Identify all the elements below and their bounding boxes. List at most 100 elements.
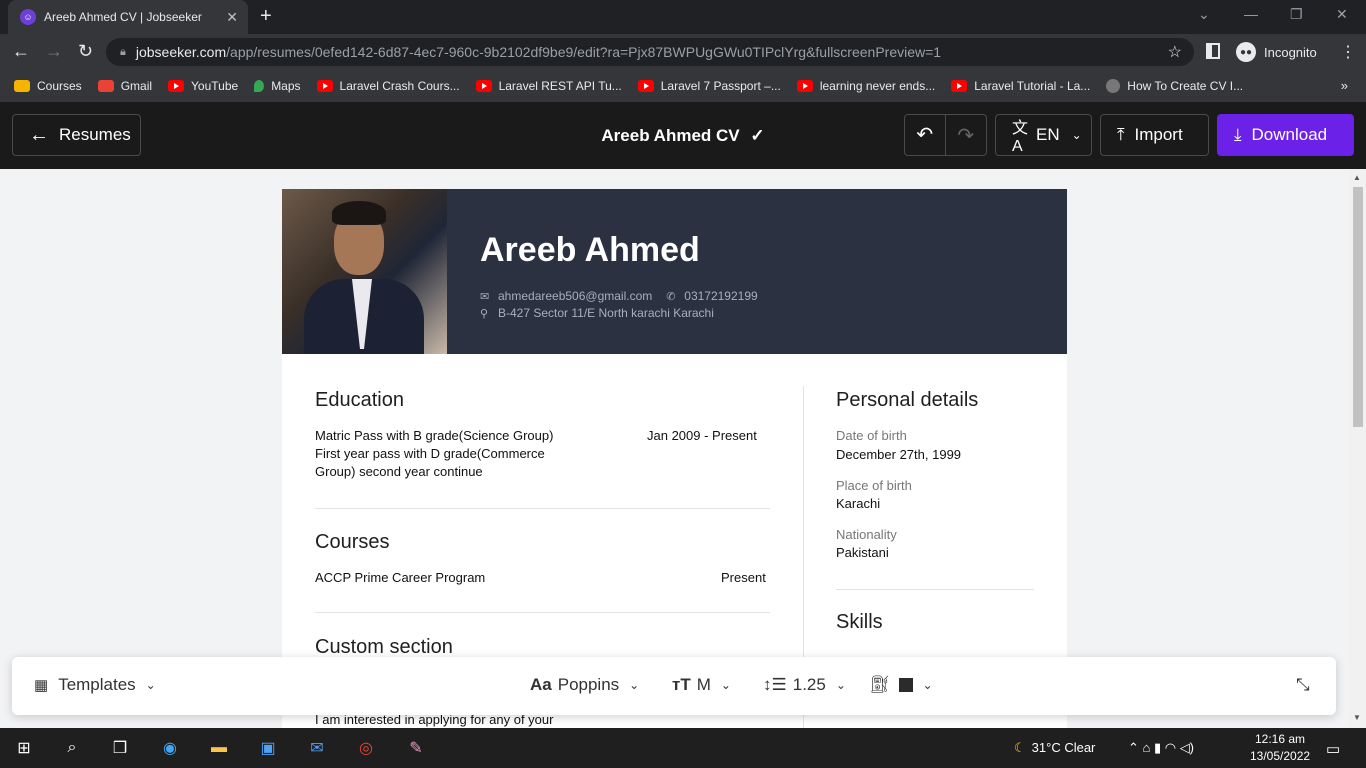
incognito-profile[interactable]: ●● Incognito: [1236, 42, 1317, 62]
youtube-icon: [168, 80, 185, 92]
profile-photo: [282, 189, 447, 354]
cv-phone: 03172192199: [684, 289, 758, 303]
bookmark-maps[interactable]: Maps: [254, 79, 301, 93]
import-button[interactable]: ⤒ Import: [1100, 114, 1209, 156]
clock[interactable]: 12:16 am 13/05/2022: [1250, 731, 1310, 765]
scroll-down-icon[interactable]: ▼: [1353, 713, 1361, 722]
windows-start-icon[interactable]: ⊞: [12, 736, 36, 760]
chevron-down-icon: ⌄: [835, 678, 846, 692]
tab-search-icon[interactable]: ⌄: [1198, 6, 1210, 23]
bookmark-laravel-rest[interactable]: Laravel REST API Tu...: [475, 79, 622, 93]
divider: [836, 589, 1034, 590]
font-label: Poppins: [557, 675, 620, 694]
back-arrow-icon[interactable]: ←: [12, 42, 30, 60]
gmail-icon: [97, 80, 114, 92]
restore-icon[interactable]: ❐: [1290, 6, 1303, 23]
format-toolbar: ▦ Templates ⌄ Aa Poppins ⌄ ᴛT M ⌄ ↕☰ 1.2…: [12, 657, 1336, 715]
line-spacing-label: 1.25: [792, 675, 826, 694]
translate-icon: 文A: [1012, 120, 1029, 155]
import-label: Import: [1134, 125, 1183, 144]
bookmark-learning[interactable]: learning never ends...: [796, 79, 935, 93]
undo-redo-group: ↶ ↷: [904, 114, 987, 156]
divider: [315, 612, 770, 613]
templates-label: Templates: [58, 675, 136, 694]
weather-widget[interactable]: ☾ 31°C Clear: [1014, 740, 1095, 756]
bookmark-laravel-crash[interactable]: Laravel Crash Cours...: [316, 79, 460, 93]
file-explorer-icon[interactable]: ▬: [207, 736, 231, 760]
notifications-icon[interactable]: ▭: [1326, 740, 1340, 758]
weather-text: 31°C Clear: [1031, 740, 1096, 755]
course-name: ACCP Prime Career Program: [315, 570, 486, 585]
edge-icon[interactable]: ◉: [158, 736, 182, 760]
dob-label: Date of birth: [836, 428, 907, 443]
line-spacing-icon: ↕☰: [763, 675, 787, 694]
incognito-icon: ●●: [1236, 42, 1256, 62]
undo-icon[interactable]: ↶: [905, 115, 946, 155]
bookmark-star-icon[interactable]: ☆: [1168, 42, 1182, 62]
url-path: /app/resumes/0efed142-6d87-4ec7-960c-9b2…: [226, 44, 942, 60]
chevron-down-icon: ⌄: [145, 678, 156, 692]
download-label: Download: [1251, 125, 1328, 144]
templates-button[interactable]: ▦ Templates ⌄: [34, 675, 156, 695]
bookmark-youtube[interactable]: YouTube: [168, 79, 238, 93]
address-line: ⚲ B-427 Sector 11/E North karachi Karach…: [480, 306, 714, 320]
color-swatch: [898, 678, 913, 692]
date: 13/05/2022: [1250, 749, 1311, 763]
language-label: EN: [1036, 125, 1060, 144]
cv-page: Areeb Ahmed ✉ ahmedareeb506@gmail.com ✆ …: [282, 189, 1067, 728]
search-icon[interactable]: ⌕: [60, 736, 84, 760]
browser-tab[interactable]: ☺ Areeb Ahmed CV | Jobseeker ✕: [8, 0, 248, 34]
bookmark-laravel-passport[interactable]: Laravel 7 Passport –...: [637, 79, 781, 93]
scroll-up-icon[interactable]: ▲: [1353, 173, 1361, 182]
cv-name: Areeb Ahmed: [480, 231, 700, 269]
menu-kebab-icon[interactable]: ⋮: [1340, 42, 1356, 62]
forward-arrow-icon[interactable]: →: [45, 42, 63, 60]
line-spacing-select[interactable]: ↕☰ 1.25 ⌄: [763, 675, 846, 695]
personal-details-heading: Personal details: [836, 389, 979, 411]
chrome-icon[interactable]: ◎: [354, 736, 378, 760]
windows-taskbar: ⊞ ⌕ ❒ ◉ ▬ ▣ ✉ ◎ ✎ ☾ 31°C Clear ⌃ ⌂ ▮ ◠ ◁)…: [0, 728, 1366, 768]
minimize-icon[interactable]: —: [1244, 6, 1258, 22]
phone-icon: ✆: [666, 290, 676, 303]
bookmark-gmail[interactable]: Gmail: [97, 79, 152, 93]
paint-icon[interactable]: ✎: [404, 736, 428, 760]
youtube-icon: [796, 80, 813, 92]
window-close-icon[interactable]: ✕: [1336, 6, 1348, 23]
address-bar[interactable]: 🔒︎ jobseeker.com/app/resumes/0efed142-6d…: [106, 38, 1194, 66]
lock-icon: 🔒︎: [120, 45, 126, 58]
education-description: Matric Pass with B grade(Science Group) …: [315, 428, 554, 479]
globe-icon: [1106, 79, 1121, 93]
cv-header: Areeb Ahmed ✉ ahmedareeb506@gmail.com ✆ …: [282, 189, 1067, 354]
mail-icon[interactable]: ✉: [305, 736, 329, 760]
new-tab-icon[interactable]: +: [260, 6, 272, 26]
font-size-select[interactable]: ᴛT M ⌄: [672, 675, 731, 695]
exit-fullscreen-icon[interactable]: ⤡: [1296, 675, 1310, 695]
bookmark-courses[interactable]: Courses: [14, 79, 82, 93]
jobseeker-favicon-icon: ☺: [20, 9, 36, 25]
store-icon[interactable]: ▣: [256, 736, 280, 760]
cv-email: ahmedareeb506@gmail.com: [498, 289, 653, 303]
paint-bucket-icon: ⛽︎: [869, 675, 891, 694]
font-family-select[interactable]: Aa Poppins ⌄: [530, 675, 639, 695]
bookmark-create-cv[interactable]: How To Create CV I...: [1106, 79, 1243, 93]
language-select[interactable]: 文A EN ⌄: [995, 114, 1092, 156]
tray-icons[interactable]: ⌃ ⌂ ▮ ◠ ◁): [1128, 740, 1194, 756]
font-icon: Aa: [530, 675, 552, 694]
education-heading: Education: [315, 389, 404, 411]
redo-icon[interactable]: ↷: [946, 123, 987, 148]
download-button[interactable]: ⤓ Download: [1217, 114, 1354, 156]
side-panel-icon[interactable]: [1206, 43, 1220, 59]
editor-header: ← Resumes Areeb Ahmed CV ✓ ↶ ↷ 文A EN ⌄ ⤒…: [0, 102, 1366, 169]
bookmark-laravel-tutorial[interactable]: Laravel Tutorial - La...: [951, 79, 1090, 93]
page-scrollbar[interactable]: ▲ ▼: [1349, 169, 1366, 728]
scroll-thumb[interactable]: [1353, 187, 1363, 427]
color-select[interactable]: ⛽︎ ⌄: [869, 675, 933, 695]
reload-icon[interactable]: ↻: [78, 42, 93, 60]
task-view-icon[interactable]: ❒: [108, 736, 132, 760]
bookmarks-bar: Courses Gmail YouTube Maps Laravel Crash…: [0, 70, 1366, 102]
course-date: Present: [721, 570, 766, 585]
url-host: jobseeker.com: [135, 44, 227, 60]
more-bookmarks-icon[interactable]: »: [1341, 78, 1348, 93]
close-tab-icon[interactable]: ✕: [226, 9, 238, 26]
nationality-value: Pakistani: [836, 545, 889, 560]
